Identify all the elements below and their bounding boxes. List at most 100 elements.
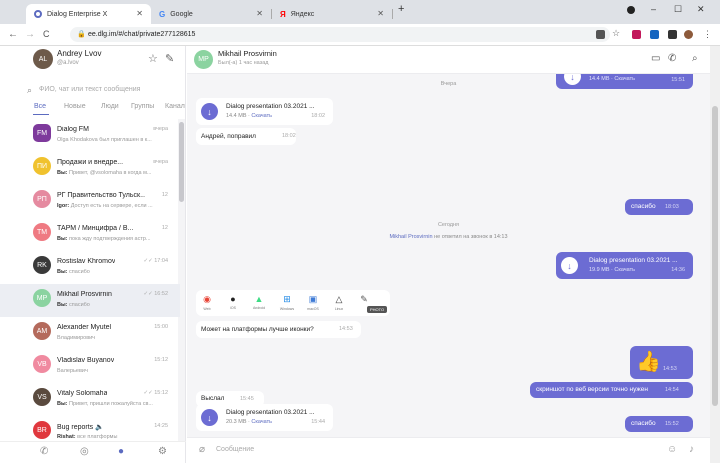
file-name: Dialog presentation 03.2021 ... <box>589 257 678 264</box>
menu-dots-icon[interactable]: ⋮ <box>703 29 712 40</box>
my-avatar[interactable]: AL <box>33 49 53 69</box>
back-icon[interactable]: ← <box>8 29 18 40</box>
chat-item-rostislav[interactable]: RK Rostislav Khromov Вы: спасибо ✓✓ 17:0… <box>0 251 180 284</box>
tab-dialog[interactable]: Dialog Enterprise X ✕ <box>26 4 151 24</box>
chat-item-vladislav[interactable]: VB Vladislav Buyanov Валерьевич 15:12 <box>0 350 180 383</box>
preview-author: Rishat: <box>57 434 76 440</box>
message-time: 14:53 <box>339 326 353 332</box>
filter-channels[interactable]: Канал <box>165 103 185 110</box>
message-emoji-outgoing[interactable]: 👍 14:53 <box>630 346 693 379</box>
service-author[interactable]: Mikhail Prosvirnin <box>389 234 432 240</box>
extension-blue-icon[interactable] <box>650 30 659 39</box>
video-call-icon[interactable]: ▭ <box>651 53 660 64</box>
messenger-app: AL Andrey Lvov @a.lvov ☆ ✎ ⌕ ФИО, чат ил… <box>0 46 710 463</box>
search-box[interactable]: ⌕ ФИО, чат или текст сообщения <box>27 82 177 98</box>
chat-item-bug-reports[interactable]: BR Bug reports 🔈 Rishat: все платформы 1… <box>0 416 180 441</box>
yandex-favicon-icon: Я <box>280 9 286 19</box>
emoji-icon[interactable]: ☺ <box>667 444 677 455</box>
filter-people[interactable]: Люди <box>101 103 119 110</box>
url-field[interactable]: 🔒 ee.dlg.im/#/chat/private277128615 <box>70 27 610 42</box>
download-icon[interactable]: ↓ <box>201 409 218 426</box>
preview-text: спасибо <box>69 269 90 275</box>
forward-icon[interactable]: → <box>25 29 35 40</box>
chats-icon[interactable]: ● <box>118 446 124 457</box>
chat-item-alexander[interactable]: AM Alexander Myutel Владимирович 15:00 <box>0 317 180 350</box>
chat-name: Продажи и внедре... <box>57 159 124 166</box>
preview-author: Вы: <box>57 401 68 407</box>
sidebar: AL Andrey Lvov @a.lvov ☆ ✎ ⌕ ФИО, чат ил… <box>0 46 186 463</box>
platform-linux: △ Linux <box>328 294 350 311</box>
chat-name: Dialog FM <box>57 126 89 133</box>
chat-item-dialog-fm[interactable]: FM Dialog FM Olga Khodakova был приглаше… <box>0 119 180 152</box>
search-icon: ⌕ <box>27 85 33 95</box>
peer-status: Был(-а) 1 час назад <box>218 60 269 66</box>
chat-item-rg-tula[interactable]: РП РГ Правительство Тульск... Igor: Дост… <box>0 185 180 218</box>
chat-item-tarm[interactable]: ТМ ТАРМ / Минцифра / В... Вы: пока жду п… <box>0 218 180 251</box>
new-tab-button[interactable]: + <box>398 3 404 15</box>
apple-icon: ● <box>230 294 236 304</box>
key-icon[interactable] <box>596 30 605 39</box>
message-text-incoming[interactable]: Выслал 15:45 <box>196 391 264 407</box>
close-tab-icon[interactable]: ✕ <box>256 9 263 18</box>
filter-new[interactable]: Новые <box>64 103 86 110</box>
maximize-button[interactable]: ☐ <box>674 4 682 15</box>
chat-avatar: FM <box>33 124 51 142</box>
message-text: Может на платформы лучше иконки? <box>201 326 314 333</box>
peer-name[interactable]: Mikhail Prosvirnin <box>218 49 277 58</box>
message-file-incoming[interactable]: ↓ Dialog presentation 03.2021 ... 14.4 M… <box>196 98 333 125</box>
preview-author: Вы: <box>57 269 68 275</box>
message-text: спасибо <box>631 420 656 427</box>
preview-text: Доступ есть на сервере, если ... <box>70 203 153 209</box>
profile-avatar-icon[interactable] <box>684 30 693 39</box>
download-icon[interactable]: ↓ <box>201 103 218 120</box>
close-tab-icon[interactable]: ✕ <box>136 9 143 18</box>
message-text-outgoing[interactable]: спасибо 15:52 <box>625 416 693 432</box>
chat-name: Bug reports 🔈 <box>57 423 104 431</box>
message-text-incoming[interactable]: Андрей, поправил 18:02 <box>196 128 296 145</box>
extension-m-icon[interactable] <box>632 30 641 39</box>
search-messages-icon[interactable]: ⌕ <box>692 53 698 64</box>
preview-text: спасибо <box>69 302 90 308</box>
chat-avatar: BR <box>33 421 51 439</box>
close-tab-icon[interactable]: ✕ <box>377 9 384 18</box>
phone-call-icon[interactable]: ✆ <box>668 53 676 64</box>
platform-macos: ▣ macOS <box>302 294 324 311</box>
message-text-outgoing[interactable]: скриншот по веб версии точно нужен 14:54 <box>530 382 693 398</box>
preview-author: Igor: <box>57 203 70 209</box>
extension-puzzle-icon[interactable] <box>668 30 677 39</box>
calls-icon[interactable]: ✆ <box>40 446 48 457</box>
close-window-button[interactable]: ✕ <box>697 4 705 15</box>
compose-icon[interactable]: ✎ <box>165 52 174 65</box>
settings-gear-icon[interactable]: ⚙ <box>158 446 167 457</box>
tab-google[interactable]: G Google ✕ <box>151 4 271 24</box>
message-file-outgoing[interactable]: ↓ Dialog presentation 03.2021 ... 19.9 M… <box>556 252 693 279</box>
reload-icon[interactable]: C <box>43 29 50 39</box>
attach-paperclip-icon[interactable]: ⌀ <box>199 444 205 455</box>
download-icon[interactable]: ↓ <box>561 257 578 274</box>
chat-item-vitaly[interactable]: VS Vitaly Solomaha Вы: Привет, пришли по… <box>0 383 180 416</box>
peer-avatar[interactable]: MP <box>194 50 213 69</box>
tab-yandex[interactable]: Я Яндекс ✕ <box>272 4 392 24</box>
profile-dot-icon[interactable] <box>627 6 635 14</box>
preview-author: Вы: <box>57 236 68 242</box>
message-input[interactable]: Сообщение <box>216 446 254 453</box>
star-icon[interactable]: ☆ <box>612 28 621 38</box>
favorites-star-icon[interactable]: ☆ <box>148 52 158 65</box>
chat-item-sales[interactable]: ПИ Продажи и внедре... Вы: Привет, @vsol… <box>0 152 180 185</box>
contacts-icon[interactable]: ◎ <box>80 446 89 457</box>
message-text-outgoing[interactable]: спасибо 18:03 <box>625 199 693 215</box>
message-file-incoming[interactable]: ↓ Dialog presentation 03.2021 ... 20.3 M… <box>196 404 333 431</box>
message-text-incoming[interactable]: Может на платформы лучше иконки? 14:53 <box>196 321 361 338</box>
preview-text: пока жду подтверждения астр... <box>69 236 151 242</box>
message-time: 14:54 <box>665 387 679 393</box>
chat-preview: Вы: спасибо <box>57 269 175 275</box>
minimize-button[interactable]: – <box>651 4 656 14</box>
microphone-icon[interactable]: ♪ <box>689 444 694 455</box>
file-size: 19.9 MB · Скачать <box>589 267 635 273</box>
page-scrollbar[interactable] <box>710 46 720 463</box>
page-scrollbar-thumb[interactable] <box>712 106 718 406</box>
filter-all[interactable]: Все <box>34 103 46 110</box>
message-image-platforms[interactable]: ◉ Web ● iOS ▲ Android ⊞ Windows ▣ macOS △ Linu… <box>196 290 390 316</box>
chat-item-mikhail[interactable]: MP Mikhail Prosvirnin Вы: спасибо ✓✓ 16:… <box>0 284 180 317</box>
filter-groups[interactable]: Группы <box>131 103 154 110</box>
